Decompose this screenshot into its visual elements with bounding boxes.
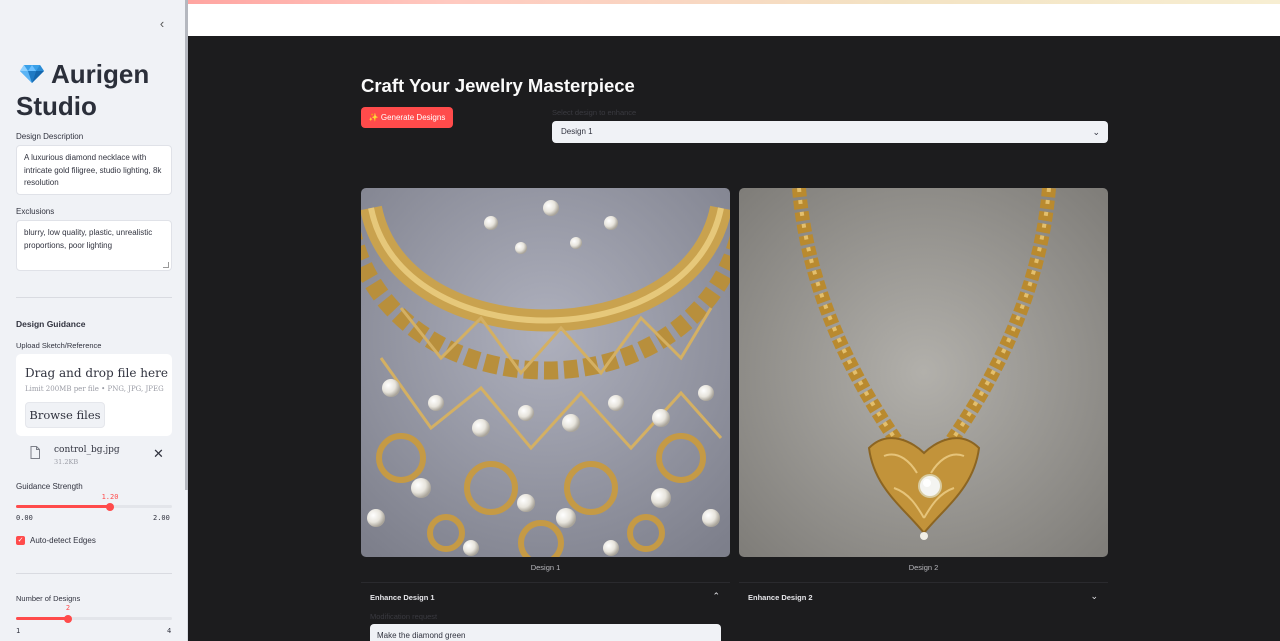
number-of-designs-max: 4 (167, 627, 172, 635)
design-guidance-heading: Design Guidance (16, 319, 86, 329)
design-image-1 (361, 188, 730, 557)
header-decoration (0, 0, 1280, 4)
enhance-design-2-label: Enhance Design 2 (748, 593, 813, 602)
dropzone-subtitle: Limit 200MB per file • PNG, JPG, JPEG (25, 385, 164, 393)
design-select-value: Design 1 (561, 127, 593, 136)
slider-thumb[interactable] (64, 614, 72, 623)
uploaded-file-size: 31.2KB (54, 458, 79, 466)
number-of-designs-label: Number of Designs (16, 594, 81, 603)
sidebar-divider (16, 297, 172, 298)
number-of-designs-value: 2 (65, 604, 71, 612)
number-of-designs-slider[interactable] (16, 614, 172, 623)
upload-label: Upload Sketch/Reference (16, 341, 102, 350)
design-select[interactable]: Design 1 ⌄ (552, 121, 1108, 143)
exclusions-label: Exclusions (16, 207, 55, 216)
number-of-designs-min: 1 (16, 627, 21, 635)
chevron-up-icon: ⌃ (712, 591, 720, 601)
chevron-down-icon: ⌄ (1090, 591, 1098, 601)
file-dropzone[interactable]: Drag and drop file here Limit 200MB per … (16, 354, 172, 436)
guidance-strength-max: 2.00 (153, 514, 170, 522)
guidance-strength-min: 0.00 (16, 514, 33, 522)
checkbox-checked-icon[interactable]: ✓ (16, 536, 25, 545)
slider-fill (16, 617, 68, 620)
design-caption-1: Design 1 (530, 563, 561, 572)
enhance-design-1-expander[interactable]: Enhance Design 1 ⌃ (361, 582, 730, 610)
select-design-label: Select design to enhance (552, 108, 637, 117)
sidebar-divider (16, 573, 172, 574)
guidance-strength-label: Guidance Strength (16, 482, 83, 491)
uploaded-file-name: control_bg.jpg (54, 445, 120, 455)
close-icon[interactable]: ✕ (153, 447, 164, 460)
guidance-strength-value: 1.20 (101, 493, 119, 501)
design-description-input[interactable]: A luxurious diamond necklace with intric… (16, 145, 172, 195)
modification-request-label: Modification request (370, 612, 438, 621)
design-image-2 (739, 188, 1108, 557)
generate-designs-button[interactable]: ✨ Generate Designs (361, 107, 453, 128)
auto-detect-edges-label: Auto-detect Edges (30, 536, 96, 545)
browse-files-button[interactable]: Browse files (25, 402, 105, 428)
slider-thumb[interactable] (106, 502, 114, 511)
enhance-design-1-label: Enhance Design 1 (370, 593, 435, 602)
uploaded-file-row: control_bg.jpg 31.2KB ✕ (16, 440, 172, 470)
app-title: Aurigen Studio (16, 58, 176, 122)
file-icon (30, 446, 40, 459)
design-description-label: Design Description (16, 132, 84, 141)
chevron-down-icon: ⌄ (1092, 127, 1100, 137)
chevron-left-icon[interactable]: ‹ (155, 17, 169, 31)
sidebar: ‹ Aurigen Studio Design Description A lu… (0, 0, 188, 641)
exclusions-input[interactable]: blurry, low quality, plastic, unrealisti… (16, 220, 172, 271)
page-title: Craft Your Jewelry Masterpiece (361, 75, 635, 96)
enhance-design-2-expander[interactable]: Enhance Design 2 ⌄ (739, 582, 1108, 610)
modification-request-input[interactable]: Make the diamond green (370, 624, 721, 641)
guidance-strength-slider[interactable] (16, 502, 172, 511)
dropzone-title: Drag and drop file here (25, 366, 168, 380)
main-content: Craft Your Jewelry Masterpiece ✨ Generat… (188, 36, 1280, 641)
gem-icon (20, 64, 44, 83)
slider-fill (16, 505, 110, 508)
design-caption-2: Design 2 (908, 563, 939, 572)
app-header (188, 0, 1280, 36)
